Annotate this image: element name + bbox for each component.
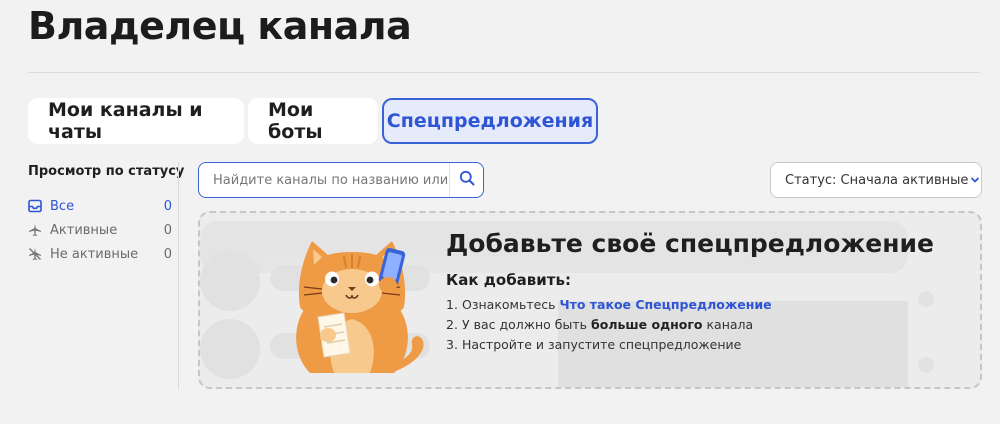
step-text: Ознакомьтесь <box>462 297 560 312</box>
search-input[interactable] <box>199 163 449 197</box>
step-number: 3. <box>446 337 458 352</box>
status-item-label: Все <box>50 198 75 214</box>
promo-title: Добавьте своё спецпредложение <box>446 229 934 258</box>
step-text: У вас должно быть <box>462 317 591 332</box>
airplane-icon <box>28 223 42 237</box>
cat-with-phone-illustration <box>296 241 424 373</box>
step-text: канала <box>702 317 754 332</box>
step-number: 1. <box>446 297 458 312</box>
promo-step: 2. У вас должно быть больше одного канала <box>446 315 772 335</box>
status-item-active[interactable]: Активные 0 <box>28 218 172 242</box>
step-number: 2. <box>446 317 458 332</box>
search-icon <box>459 170 475 190</box>
step-text: Настройте и запустите спецпредложение <box>462 337 742 352</box>
page-title: Владелец канала <box>28 4 412 48</box>
inbox-icon <box>28 199 42 213</box>
promo-subtitle: Как добавить: <box>446 271 571 289</box>
tab-my-bots[interactable]: Мои боты <box>248 98 378 144</box>
promo-steps: 1. Ознакомьтесь Что такое Спецпредложение… <box>446 295 772 355</box>
status-filter-list: Все 0 Активные 0 Не активные 0 <box>28 194 172 266</box>
sidebar-divider <box>178 162 179 390</box>
tabs-bar: Мои каналы и чаты Мои боты Спецпредложен… <box>28 98 598 144</box>
what-is-special-offer-link[interactable]: Что такое Спецпредложение <box>560 297 772 312</box>
status-item-count: 0 <box>163 246 172 262</box>
tab-my-channels[interactable]: Мои каналы и чаты <box>28 98 244 144</box>
status-item-all[interactable]: Все 0 <box>28 194 172 218</box>
status-item-count: 0 <box>163 222 172 238</box>
tab-special-offers[interactable]: Спецпредложения <box>382 98 598 144</box>
title-divider <box>28 72 980 73</box>
status-item-inactive[interactable]: Не активные 0 <box>28 242 172 266</box>
status-sort-select[interactable]: Статус: Сначала активные <box>770 162 982 198</box>
search-button[interactable] <box>449 163 483 197</box>
promo-step: 1. Ознакомьтесь Что такое Спецпредложение <box>446 295 772 315</box>
chevron-down-icon <box>968 174 981 186</box>
promo-step: 3. Настройте и запустите спецпредложение <box>446 335 772 355</box>
step-emphasis: больше одного <box>591 317 703 332</box>
special-offer-empty-state: Добавьте своё спецпредложение Как добави… <box>198 211 982 389</box>
status-item-count: 0 <box>163 198 172 214</box>
status-sort-value: Статус: Сначала активные <box>785 172 969 188</box>
airplane-off-icon <box>28 247 42 261</box>
status-item-label: Активные <box>50 222 118 238</box>
channel-search <box>198 162 484 198</box>
status-item-label: Не активные <box>50 246 139 262</box>
status-filter-heading: Просмотр по статусу <box>28 164 185 179</box>
